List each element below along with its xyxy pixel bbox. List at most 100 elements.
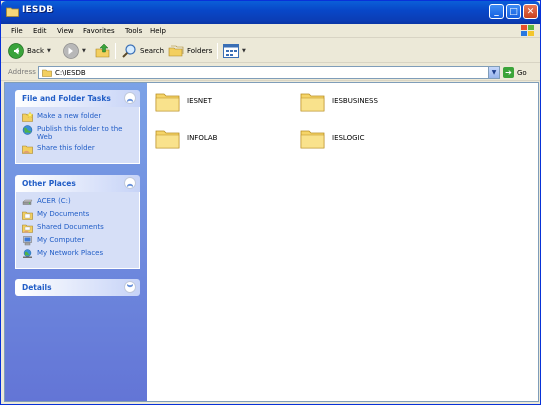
- panel-header[interactable]: File and Folder Tasks ︽: [15, 90, 140, 107]
- go-label: Go: [517, 68, 527, 77]
- panel-header[interactable]: Other Places ︽: [15, 175, 140, 192]
- menu-help[interactable]: Help: [150, 27, 166, 35]
- folders-label: Folders: [187, 47, 213, 55]
- toolbar-separator: [115, 43, 116, 59]
- folder-icon: [155, 130, 180, 149]
- drive-icon: [22, 199, 33, 205]
- folder-icon: [155, 93, 180, 112]
- maximize-button[interactable]: □: [506, 4, 521, 19]
- folder-icon: [300, 93, 325, 112]
- task-make-new-folder[interactable]: Make a new folder: [22, 112, 135, 122]
- place-network-places[interactable]: My Network Places: [22, 249, 135, 259]
- place-my-computer[interactable]: My Computer: [22, 236, 135, 246]
- chevron-down-icon[interactable]: ▼: [242, 48, 246, 54]
- place-label: ACER (C:): [37, 197, 71, 205]
- up-folder-button[interactable]: [95, 42, 111, 60]
- publish-web-icon: [22, 125, 33, 135]
- minimize-icon: _: [494, 6, 499, 17]
- window-title: IESDB: [22, 5, 54, 15]
- back-button[interactable]: Back ▼: [8, 42, 51, 60]
- forward-arrow-icon: [63, 43, 79, 59]
- place-shared-documents[interactable]: Shared Documents: [22, 223, 135, 233]
- panel-title: File and Folder Tasks: [22, 94, 111, 103]
- address-path: C:\IESDB: [55, 69, 86, 77]
- task-publish-web[interactable]: Publish this folder to the Web: [22, 125, 135, 141]
- new-folder-icon: [22, 112, 33, 122]
- address-dropdown-button[interactable]: ▼: [488, 67, 499, 78]
- collapse-icon[interactable]: ︽: [124, 177, 136, 189]
- place-label: My Computer: [37, 236, 85, 244]
- menu-file[interactable]: File: [11, 27, 23, 35]
- task-label: Make a new folder: [37, 112, 102, 120]
- task-pane: File and Folder Tasks ︽ Make a new folde…: [5, 83, 147, 401]
- panel-body: ACER (C:) My Documents Shared Documents …: [15, 192, 140, 269]
- address-input[interactable]: C:\IESDB ▼: [38, 66, 500, 79]
- search-icon: [122, 44, 136, 58]
- title-bar[interactable]: IESDB _ □ ✕: [1, 1, 540, 24]
- back-label: Back: [27, 47, 44, 55]
- views-button[interactable]: ▼: [223, 42, 246, 60]
- place-my-documents[interactable]: My Documents: [22, 210, 135, 220]
- forward-button[interactable]: ▼: [63, 42, 86, 60]
- details-panel: Details ︾: [15, 279, 140, 296]
- content-area: File and Folder Tasks ︽ Make a new folde…: [4, 82, 539, 402]
- menu-view[interactable]: View: [57, 27, 74, 35]
- network-places-icon: [23, 249, 32, 258]
- place-label: My Network Places: [37, 249, 104, 257]
- go-button[interactable]: ➔ Go: [503, 67, 527, 78]
- folder-label: IESLOGIC: [332, 134, 365, 142]
- close-icon: ✕: [526, 6, 535, 17]
- other-places-panel: Other Places ︽ ACER (C:) My Documents Sh…: [15, 175, 140, 269]
- expand-icon[interactable]: ︾: [124, 281, 136, 293]
- chevron-down-icon[interactable]: ▼: [47, 48, 51, 54]
- file-folder-tasks-panel: File and Folder Tasks ︽ Make a new folde…: [15, 90, 140, 164]
- folder-icon: [42, 69, 52, 77]
- close-button[interactable]: ✕: [523, 4, 538, 19]
- views-icon: [223, 44, 239, 58]
- folders-button[interactable]: Folders: [168, 42, 212, 60]
- menu-tools[interactable]: Tools: [125, 27, 142, 35]
- place-label: My Documents: [37, 210, 90, 218]
- go-arrow-icon: ➔: [503, 67, 514, 78]
- folder-label: IESNET: [187, 97, 212, 105]
- chevron-down-icon[interactable]: ▼: [82, 48, 86, 54]
- task-label: Publish this folder to the Web: [37, 125, 123, 141]
- panel-header[interactable]: Details ︾: [15, 279, 140, 296]
- chevron-down-icon: ▼: [491, 69, 497, 76]
- folder-icon: [300, 130, 325, 149]
- toolbar-separator: [217, 43, 218, 59]
- menu-favorites[interactable]: Favorites: [83, 27, 115, 35]
- place-label: Shared Documents: [37, 223, 104, 231]
- menu-edit[interactable]: Edit: [33, 27, 47, 35]
- folder-icon: [6, 7, 19, 17]
- search-button[interactable]: Search: [121, 42, 164, 60]
- explorer-window: IESDB _ □ ✕ File Edit View Favorites Too…: [0, 0, 541, 405]
- shared-documents-icon: [22, 224, 33, 233]
- folder-item-iesbusiness[interactable]: IESBUSINESS: [300, 89, 378, 113]
- standard-toolbar: Back ▼ ▼ Search Folders ▼: [1, 39, 540, 63]
- minimize-button[interactable]: _: [489, 4, 504, 19]
- my-documents-icon: [22, 211, 33, 220]
- place-acer-drive[interactable]: ACER (C:): [22, 197, 135, 207]
- maximize-icon: □: [509, 6, 518, 17]
- address-label: Address: [8, 68, 36, 76]
- search-label: Search: [140, 47, 165, 55]
- windows-logo-icon: [521, 25, 534, 36]
- folder-item-infolab[interactable]: INFOLAB: [155, 126, 218, 150]
- task-share-folder[interactable]: Share this folder: [22, 144, 135, 154]
- folder-label: INFOLAB: [187, 134, 218, 142]
- folder-item-ieslogic[interactable]: IESLOGIC: [300, 126, 364, 150]
- back-arrow-icon: [8, 43, 24, 59]
- address-bar: Address C:\IESDB ▼ ➔ Go: [1, 64, 540, 81]
- up-folder-icon: [95, 43, 110, 58]
- folders-icon: [168, 45, 184, 57]
- task-label: Share this folder: [37, 144, 95, 152]
- my-computer-icon: [23, 236, 32, 246]
- folder-item-iesnet[interactable]: IESNET: [155, 89, 212, 113]
- panel-title: Other Places: [22, 179, 76, 188]
- folder-label: IESBUSINESS: [332, 97, 378, 105]
- share-folder-icon: [22, 145, 33, 154]
- menu-bar: File Edit View Favorites Tools Help: [1, 24, 540, 38]
- collapse-icon[interactable]: ︽: [124, 92, 136, 104]
- panel-body: Make a new folder Publish this folder to…: [15, 107, 140, 164]
